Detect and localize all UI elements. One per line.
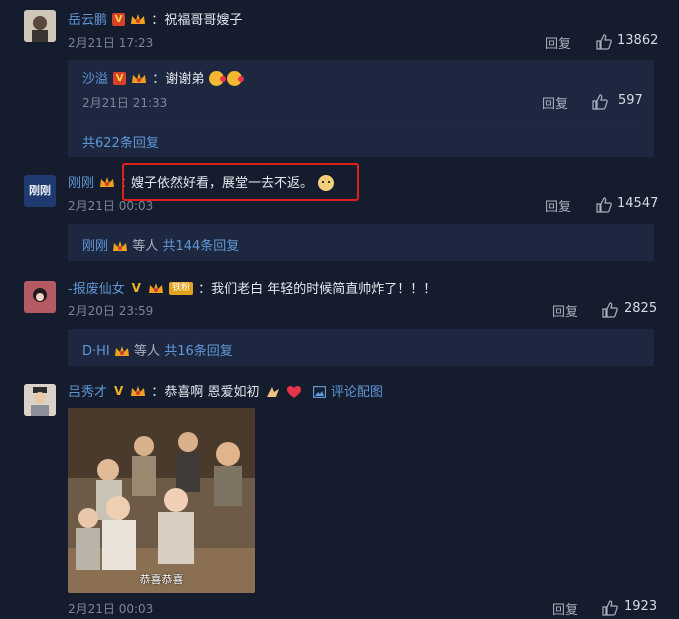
comment-header: 岳云鹏 V ：祝福哥哥嫂子 xyxy=(68,13,243,28)
crown-icon xyxy=(132,73,147,83)
verified-icon: V xyxy=(112,13,126,26)
comment-time: 2月21日 17:23 xyxy=(68,36,154,50)
comment-time: 2月20日 23:59 xyxy=(68,304,154,318)
comment-header: 吕秀才 V ：恭喜啊 恩爱如初 评论配图 xyxy=(68,384,383,401)
comment-image[interactable]: 恭喜恭喜 xyxy=(68,408,255,593)
like-count: 1923 xyxy=(624,599,658,614)
username[interactable]: -报废仙女 xyxy=(68,282,125,297)
reply-button[interactable]: 回复 xyxy=(552,301,578,320)
comment-text: 嫂子依然好看，展堂一去不返。 xyxy=(131,176,314,191)
more-replies-link[interactable]: 共16条回复 xyxy=(164,344,233,359)
divider xyxy=(82,120,642,121)
gold-v-icon: V xyxy=(113,384,124,398)
thumbs-up-icon[interactable] xyxy=(592,94,608,110)
comment-text: 恭喜啊 恩爱如初 xyxy=(164,385,260,400)
crown-icon xyxy=(113,241,128,251)
crown-icon xyxy=(148,283,163,293)
thumbs-up-icon[interactable] xyxy=(596,34,612,50)
gold-v-icon: V xyxy=(131,281,141,295)
thumbs-up-icon[interactable] xyxy=(602,302,618,318)
like-count: 13862 xyxy=(617,33,659,48)
more-replies-link[interactable]: 共622条回复 xyxy=(82,132,159,151)
like-count: 2825 xyxy=(624,301,658,316)
thumbs-up-icon[interactable] xyxy=(602,600,618,616)
avatar[interactable] xyxy=(24,281,56,313)
summary-username[interactable]: 刚刚 xyxy=(82,239,108,254)
crown-icon xyxy=(131,14,146,24)
doge-emoji-icon xyxy=(318,174,335,191)
comment-text: 我们老白 年轻的时候简直帅炸了！！！ xyxy=(211,282,437,297)
image-caption: 恭喜恭喜 xyxy=(139,573,184,586)
comment-time: 2月21日 00:03 xyxy=(68,199,154,213)
username[interactable]: 岳云鹏 xyxy=(68,13,107,28)
comment-text: 祝福哥哥嫂子 xyxy=(164,13,243,28)
comment-header: -报废仙女 V 铁粉 ：我们老白 年轻的时候简直帅炸了！！！ xyxy=(68,281,437,298)
username[interactable]: 沙溢 xyxy=(82,72,108,87)
more-replies-link[interactable]: 共144条回复 xyxy=(162,239,239,254)
image-icon[interactable] xyxy=(312,385,326,398)
summary-text: 等人 xyxy=(132,239,159,254)
comment-text: 谢谢弟 xyxy=(165,72,205,87)
reply-button[interactable]: 回复 xyxy=(552,599,578,618)
reply-summary[interactable]: D·HI 等人 共16条回复 xyxy=(68,329,654,366)
verified-icon: V xyxy=(113,72,127,85)
reply-button[interactable]: 回复 xyxy=(545,196,571,215)
avatar-text: 刚刚 xyxy=(29,184,51,197)
comment-time: 2月21日 00:03 xyxy=(68,602,154,616)
fan-badge: 铁粉 xyxy=(168,282,193,295)
comment-text-wrap: 嫂子依然好看，展堂一去不返。 xyxy=(131,172,335,191)
summary-text: 等人 xyxy=(134,344,161,359)
comment-time: 2月21日 21:33 xyxy=(82,96,168,110)
kiss-emoji-icon xyxy=(209,71,227,86)
crown-icon xyxy=(114,346,129,356)
reply-button[interactable]: 回复 xyxy=(545,33,571,52)
crown-icon xyxy=(131,386,146,396)
username[interactable]: 刚刚 xyxy=(68,176,94,191)
heart-icon xyxy=(286,385,301,398)
kiss-emoji-icon xyxy=(227,71,245,86)
username[interactable]: 吕秀才 xyxy=(68,385,107,400)
reply-panel: 沙溢 V ：谢谢弟 2月21日 21:33 回复 597 共622条回复 xyxy=(68,60,654,157)
reply-button[interactable]: 回复 xyxy=(542,93,568,112)
reply-summary[interactable]: 刚刚 等人 共144条回复 xyxy=(68,224,654,261)
sub-reply-header: 沙溢 V ：谢谢弟 xyxy=(82,68,245,87)
avatar[interactable] xyxy=(24,10,56,42)
avatar[interactable] xyxy=(24,384,56,416)
avatar[interactable]: 刚刚 xyxy=(24,175,56,207)
pray-hands-icon xyxy=(266,386,279,397)
like-count: 597 xyxy=(618,93,643,108)
thumbs-up-icon[interactable] xyxy=(596,197,612,213)
like-count: 14547 xyxy=(617,196,659,211)
summary-username[interactable]: D·HI xyxy=(82,344,110,359)
crown-icon xyxy=(100,177,115,187)
comment-image-link[interactable]: 评论配图 xyxy=(331,385,383,400)
